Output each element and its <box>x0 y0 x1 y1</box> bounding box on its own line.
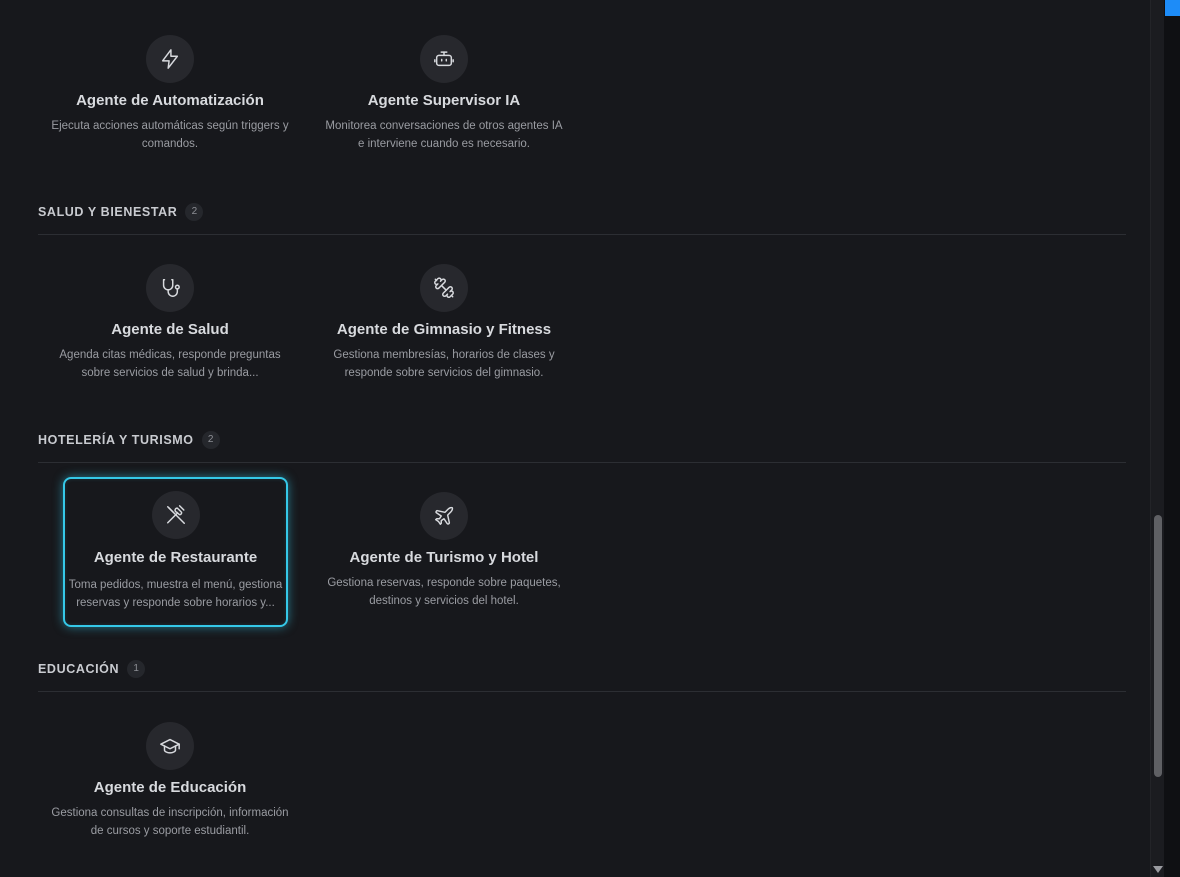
graduation-cap-icon <box>146 722 194 770</box>
agent-card-gimnasio[interactable]: Agente de Gimnasio y Fitness Gestiona me… <box>332 262 556 412</box>
right-edge-gutter <box>1164 0 1180 877</box>
agent-card-educacion[interactable]: Agente de Educación Gestiona consultas d… <box>51 720 289 870</box>
agent-description: Agenda citas médicas, responde preguntas… <box>59 349 281 379</box>
agent-title: Agente de Educación <box>93 779 247 796</box>
agent-description: Gestiona reservas, responde sobre paquet… <box>327 577 561 607</box>
agent-title: Agente de Gimnasio y Fitness <box>336 321 552 338</box>
section-header-salud: SALUD Y BIENESTAR 2 <box>38 203 1126 235</box>
agent-description: Ejecuta acciones automáticas según trigg… <box>51 120 289 150</box>
agent-title: Agente de Restaurante <box>93 549 258 566</box>
robot-icon <box>420 35 468 83</box>
section-header-hoteleria: HOTELERÍA Y TURISMO 2 <box>38 431 1126 463</box>
agent-description: Gestiona consultas de inscripción, infor… <box>51 807 289 837</box>
section-title: SALUD Y BIENESTAR 2 <box>38 203 204 221</box>
agent-title: Agente de Automatización <box>76 92 264 109</box>
utensils-icon <box>151 491 200 539</box>
agent-card-supervisor-ia[interactable]: Agente Supervisor IA Monitorea conversac… <box>325 33 563 183</box>
section-title-text: SALUD Y BIENESTAR <box>38 205 178 219</box>
scrollbar-thumb[interactable] <box>1154 515 1162 777</box>
vertical-scrollbar[interactable] <box>1150 0 1165 877</box>
section-count-badge: 2 <box>201 431 220 449</box>
section-title-text: EDUCACIÓN <box>38 662 120 676</box>
agent-description: Toma pedidos, muestra el menú, gestiona … <box>68 579 283 609</box>
stethoscope-icon <box>146 264 194 312</box>
blue-edge-tab[interactable] <box>1165 0 1180 16</box>
agent-card-salud[interactable]: Agente de Salud Agenda citas médicas, re… <box>58 262 282 412</box>
agent-card-automatizacion[interactable]: Agente de Automatización Ejecuta accione… <box>51 33 289 183</box>
section-count-badge: 1 <box>127 660 146 678</box>
agent-description: Monitorea conversaciones de otros agente… <box>325 120 563 150</box>
agent-title: Agente de Salud <box>111 321 229 338</box>
section-title: EDUCACIÓN 1 <box>38 660 146 678</box>
agent-description: Gestiona membresías, horarios de clases … <box>333 349 555 379</box>
plane-icon <box>420 492 468 540</box>
section-title-text: HOTELERÍA Y TURISMO <box>38 433 194 447</box>
dumbbell-icon <box>420 264 468 312</box>
lightning-icon <box>146 35 194 83</box>
agent-card-turismo-hotel[interactable]: Agente de Turismo y Hotel Gestiona reser… <box>327 490 561 640</box>
section-count-badge: 2 <box>185 203 204 221</box>
section-title: HOTELERÍA Y TURISMO 2 <box>38 431 220 449</box>
agent-card-restaurante[interactable]: Agente de Restaurante Toma pedidos, mues… <box>63 477 288 627</box>
scroll-down-arrow-icon[interactable] <box>1153 866 1163 873</box>
section-header-educacion: EDUCACIÓN 1 <box>38 660 1126 692</box>
agent-title: Agente Supervisor IA <box>367 92 521 109</box>
agent-title: Agente de Turismo y Hotel <box>349 549 539 566</box>
agent-catalog-viewport: Agente de Automatización Ejecuta accione… <box>0 0 1150 877</box>
